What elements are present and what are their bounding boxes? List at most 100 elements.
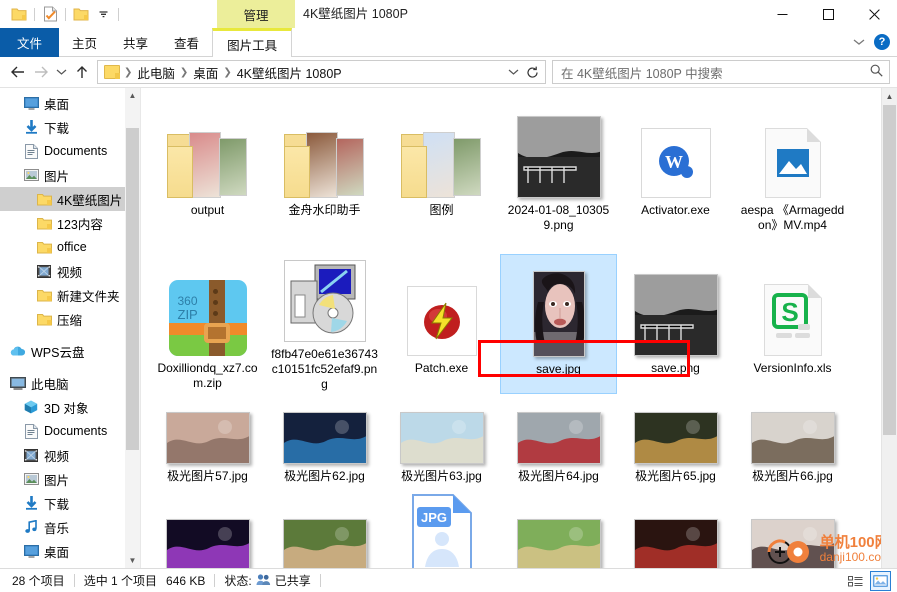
new-folder-icon[interactable] <box>70 3 92 25</box>
this-pc-icon <box>10 375 26 391</box>
sidebar-item-[interactable]: 视频 <box>0 443 140 467</box>
shared-people-icon <box>256 573 271 589</box>
file-item[interactable]: save.jpg <box>500 254 617 394</box>
sidebar-item-123[interactable]: 123内容 <box>0 211 140 235</box>
file-item[interactable]: 360 ZIP Doxilliondq_xz7.com.zip <box>149 254 266 394</box>
sidebar-item-label: 下载 <box>44 497 70 512</box>
file-item[interactable] <box>500 486 617 568</box>
file-item[interactable] <box>149 486 266 568</box>
status-state-value: 已共享 <box>274 574 311 588</box>
file-thumbnail <box>399 400 484 464</box>
scrollbar-thumb[interactable] <box>126 128 139 450</box>
sidebar-item-[interactable]: 图片 <box>0 467 140 491</box>
sidebar-item-label: 桌面 <box>44 97 70 112</box>
forward-button[interactable] <box>29 60 52 84</box>
sidebar-item-label: 视频 <box>57 265 83 280</box>
sidebar-item-[interactable]: 新建文件夹 <box>0 283 140 307</box>
navigation-list: 桌面下载Documents图片4K壁纸图片 1123内容office视频新建文件… <box>0 91 140 563</box>
breadcrumb-item-this-pc[interactable]: 此电脑 <box>133 63 179 82</box>
file-item[interactable]: output <box>149 96 266 254</box>
sidebar-item-documents[interactable]: Documents <box>0 419 140 443</box>
file-item[interactable]: f8fb47e0e61e36743c10151fc52efaf9.png <box>266 254 383 394</box>
file-item[interactable]: aespa 《Armageddon》MV.mp4 <box>734 96 851 254</box>
sidebar-item-3d[interactable]: 3D 对象 <box>0 395 140 419</box>
desktop-icon <box>23 95 39 111</box>
large-icons-view-icon[interactable] <box>870 571 891 591</box>
scroll-up-icon[interactable]: ▲ <box>125 88 140 103</box>
svg-text:JPG: JPG <box>420 510 446 525</box>
navigation-scrollbar[interactable]: ▲ ▼ <box>125 88 140 568</box>
chevron-down-icon[interactable] <box>853 35 865 49</box>
back-button[interactable] <box>6 60 29 84</box>
file-item[interactable]: S VersionInfo.xls <box>734 254 851 394</box>
tab-home[interactable]: 主页 <box>59 28 110 57</box>
scroll-up-icon[interactable]: ▲ <box>882 88 897 104</box>
scroll-down-icon[interactable]: ▼ <box>125 553 140 568</box>
sidebar-item-[interactable]: 音乐 <box>0 515 140 539</box>
breadcrumb[interactable]: ❯ 此电脑 ❯ 桌面 ❯ 4K壁纸图片 1080P <box>97 60 546 84</box>
file-item[interactable]: 极光图片62.jpg <box>266 394 383 486</box>
file-item[interactable]: 极光图片63.jpg <box>383 394 500 486</box>
file-list-pane[interactable]: output 金舟水印助手 图例 2024-01-08_103059.png W Acti… <box>140 88 897 568</box>
file-item[interactable]: JPG <box>383 486 500 568</box>
file-item[interactable]: Patch.exe <box>383 254 500 394</box>
recent-locations-button[interactable] <box>52 60 70 84</box>
folder-icon[interactable] <box>8 3 30 25</box>
tab-share[interactable]: 共享 <box>110 28 161 57</box>
file-item[interactable]: 图例 <box>383 96 500 254</box>
file-item[interactable]: 极光图片65.jpg <box>617 394 734 486</box>
scrollbar-thumb[interactable] <box>883 105 896 435</box>
breadcrumb-dropdown-icon[interactable] <box>505 62 522 82</box>
sidebar-item-label: 压缩 <box>57 313 83 328</box>
sidebar-item-documents[interactable]: Documents <box>0 139 140 163</box>
help-button[interactable]: ? <box>874 34 890 50</box>
sidebar-item-4k-1[interactable]: 4K壁纸图片 1 <box>0 187 140 211</box>
contextual-tab-manage[interactable]: 管理 <box>217 0 295 28</box>
sidebar-item-[interactable]: 桌面 <box>0 91 140 115</box>
breadcrumb-item-current[interactable]: 4K壁纸图片 1080P <box>233 63 346 82</box>
sidebar-item-office[interactable]: office <box>0 235 140 259</box>
file-item[interactable]: W Activator.exe <box>617 96 734 254</box>
file-item[interactable]: 极光图片57.jpg <box>149 394 266 486</box>
close-button[interactable] <box>851 0 897 28</box>
minimize-button[interactable] <box>759 0 805 28</box>
status-divider-3 <box>319 574 321 587</box>
breadcrumb-item-desktop[interactable]: 桌面 <box>189 63 222 82</box>
sidebar-item-[interactable]: 桌面 <box>0 539 140 563</box>
file-item[interactable]: 金舟水印助手 <box>266 96 383 254</box>
file-name-label: 极光图片63.jpg <box>401 469 482 483</box>
search-icon[interactable] <box>870 64 883 80</box>
search-box[interactable]: 在 4K壁纸图片 1080P 中搜索 <box>552 60 890 84</box>
properties-checkmark-icon[interactable] <box>39 3 61 25</box>
content-scrollbar[interactable]: ▲ <box>881 88 897 568</box>
navigation-pane: 桌面下载Documents图片4K壁纸图片 1123内容office视频新建文件… <box>0 88 140 568</box>
sidebar-item-[interactable]: 下载 <box>0 115 140 139</box>
file-item[interactable] <box>617 486 734 568</box>
tab-picture-tools[interactable]: 图片工具 <box>212 28 293 57</box>
file-thumbnail <box>165 492 250 568</box>
sidebar-item-wps[interactable]: WPS云盘 <box>0 339 140 363</box>
chevron-down-icon[interactable] <box>92 3 114 25</box>
file-thumbnail: JPG <box>411 492 473 568</box>
file-item[interactable]: 极光图片64.jpg <box>500 394 617 486</box>
file-item[interactable] <box>734 486 851 568</box>
tab-file[interactable]: 文件 <box>0 28 60 57</box>
refresh-icon[interactable] <box>524 62 541 82</box>
details-view-icon[interactable] <box>845 571 866 591</box>
sidebar-item-[interactable]: 下载 <box>0 491 140 515</box>
maximize-button[interactable] <box>805 0 851 28</box>
tab-view[interactable]: 查看 <box>161 28 212 57</box>
file-item[interactable]: save.png <box>617 254 734 394</box>
sidebar-item-[interactable]: 图片 <box>0 163 140 187</box>
sidebar-item-[interactable]: 视频 <box>0 259 140 283</box>
file-item[interactable]: 极光图片66.jpg <box>734 394 851 486</box>
file-name-label: 极光图片66.jpg <box>752 469 833 483</box>
search-input[interactable]: 在 4K壁纸图片 1080P 中搜索 <box>561 63 870 82</box>
sidebar-item-[interactable]: 此电脑 <box>0 371 140 395</box>
sidebar-item-[interactable]: 压缩 <box>0 307 140 331</box>
up-button[interactable] <box>70 60 93 84</box>
file-item[interactable]: 2024-01-08_103059.png <box>500 96 617 254</box>
file-item[interactable] <box>266 486 383 568</box>
sidebar-item-label: 音乐 <box>44 521 70 536</box>
